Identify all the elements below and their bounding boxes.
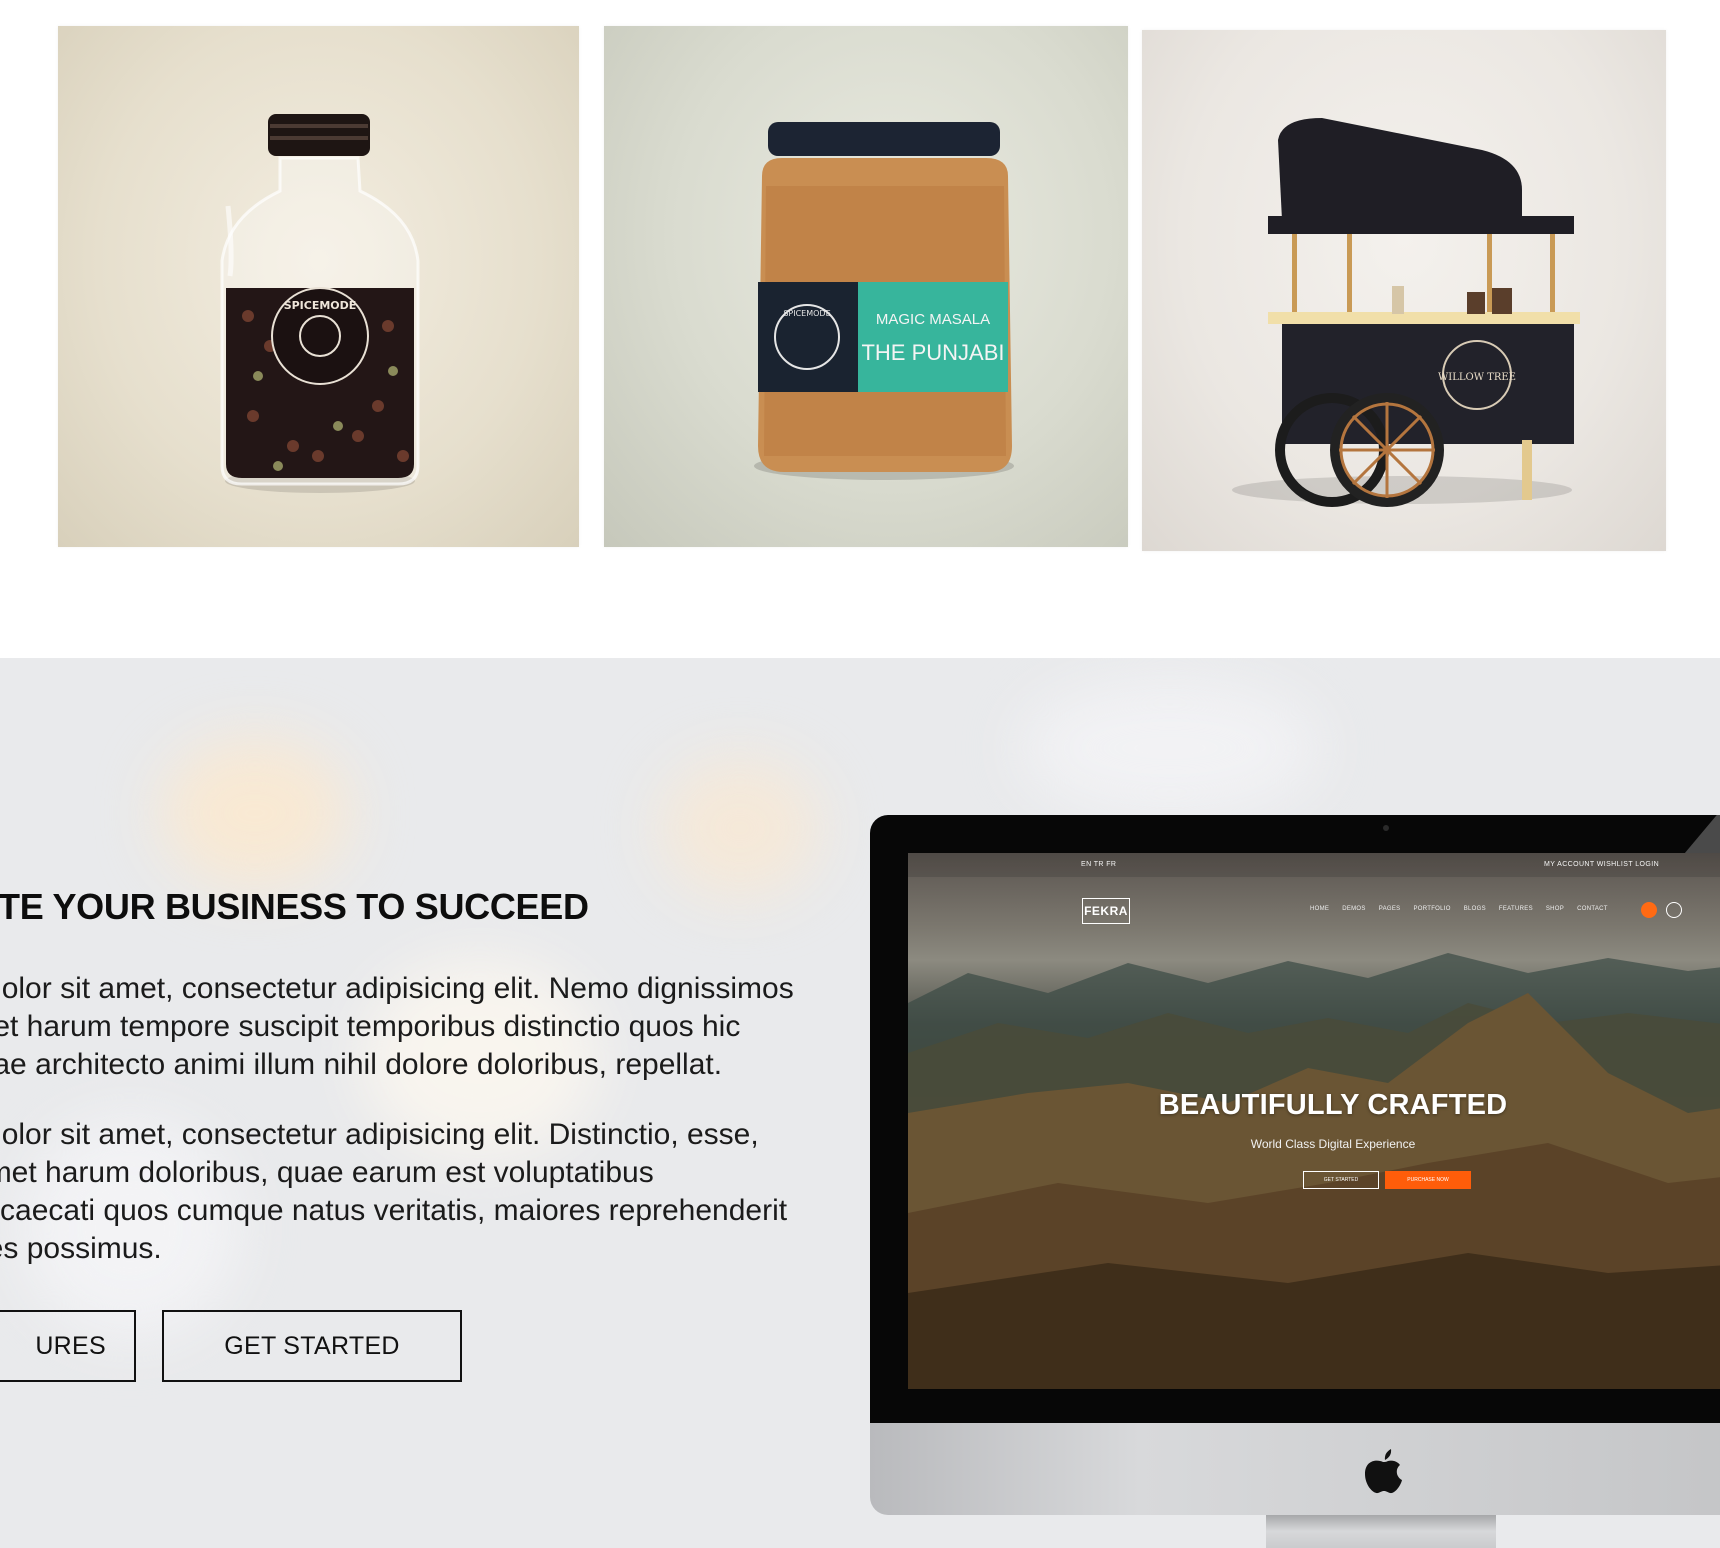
- search-icon[interactable]: [1666, 902, 1682, 918]
- camera-icon: [1383, 825, 1389, 831]
- feature-section: TE YOUR BUSINESS TO SUCCEED n dolor sit …: [0, 658, 1720, 1548]
- nav-item-portfolio[interactable]: PORTFOLIO: [1413, 906, 1450, 912]
- svg-text:SPICEMODE: SPICEMODE: [783, 309, 830, 318]
- hero-purchase-button[interactable]: PURCHASE NOW: [1385, 1171, 1471, 1189]
- gallery-item-food-cart[interactable]: WILLOW TREE: [1142, 30, 1666, 551]
- nav-item-shop[interactable]: SHOP: [1546, 906, 1564, 912]
- hero-title: BEAUTIFULLY CRAFTED: [1158, 1089, 1508, 1121]
- account-links[interactable]: MY ACCOUNT WISHLIST LOGIN: [1544, 861, 1659, 868]
- apple-icon: [1365, 1449, 1402, 1494]
- gallery-item-spice-bottle[interactable]: SPICEMODE: [58, 26, 579, 547]
- bokeh-light: [1020, 678, 1320, 818]
- nav-item-home[interactable]: HOME: [1310, 906, 1329, 912]
- language-switcher[interactable]: EN TR FR: [1081, 861, 1116, 868]
- bokeh-light: [160, 738, 350, 888]
- hero-subtitle: World Class Digital Experience: [1250, 1137, 1416, 1151]
- bokeh-light: [660, 758, 820, 898]
- nav-item-contact[interactable]: CONTACT: [1577, 906, 1608, 912]
- monitor-chin: [870, 1423, 1720, 1515]
- site-logo[interactable]: FEKRA: [1082, 898, 1130, 924]
- nav-item-pages[interactable]: PAGES: [1379, 906, 1401, 912]
- nav-item-demos[interactable]: DEMOS: [1342, 906, 1366, 912]
- spice-bottle-image: SPICEMODE: [220, 114, 420, 493]
- cart-icon[interactable]: [1641, 902, 1657, 918]
- body-paragraph-2: n dolor sit amet, consectetur adipisicin…: [0, 1118, 788, 1265]
- imac-mockup: EN TR FR MY ACCOUNT WISHLIST LOGIN FEKRA…: [870, 815, 1720, 1548]
- site-nav: HOME DEMOS PAGES PORTFOLIO BLOGS FEATURE…: [1310, 906, 1608, 912]
- hero-get-started-button[interactable]: GET STARTED: [1303, 1171, 1379, 1189]
- monitor-stand: [1266, 1515, 1496, 1548]
- food-cart-image: WILLOW TREE: [1232, 118, 1580, 507]
- masala-jar-image: SPICEMODE MAGIC MASALA THE PUNJABI: [754, 122, 1014, 480]
- get-started-button[interactable]: GET STARTED: [162, 1310, 462, 1382]
- svg-text:SPICEMODE: SPICEMODE: [284, 299, 357, 312]
- bezel-glare: [1683, 815, 1720, 855]
- body-paragraph-1: n dolor sit amet, consectetur adipisicin…: [0, 972, 794, 1081]
- svg-text:MAGIC MASALA: MAGIC MASALA: [876, 311, 990, 328]
- portfolio-gallery: SPICEMODE SPICEMODE MAGIC MASALA THE PUN…: [0, 0, 1720, 658]
- svg-text:WILLOW TREE: WILLOW TREE: [1438, 372, 1516, 383]
- svg-text:THE PUNJABI: THE PUNJABI: [861, 340, 1004, 365]
- monitor-bezel: EN TR FR MY ACCOUNT WISHLIST LOGIN FEKRA…: [870, 815, 1720, 1423]
- features-button[interactable]: URES: [0, 1310, 136, 1382]
- monitor-screen: EN TR FR MY ACCOUNT WISHLIST LOGIN FEKRA…: [908, 853, 1720, 1389]
- section-heading: TE YOUR BUSINESS TO SUCCEED: [0, 886, 589, 927]
- nav-item-features[interactable]: FEATURES: [1499, 906, 1533, 912]
- nav-item-blogs[interactable]: BLOGS: [1464, 906, 1486, 912]
- gallery-item-masala-jar[interactable]: SPICEMODE MAGIC MASALA THE PUNJABI: [604, 26, 1128, 547]
